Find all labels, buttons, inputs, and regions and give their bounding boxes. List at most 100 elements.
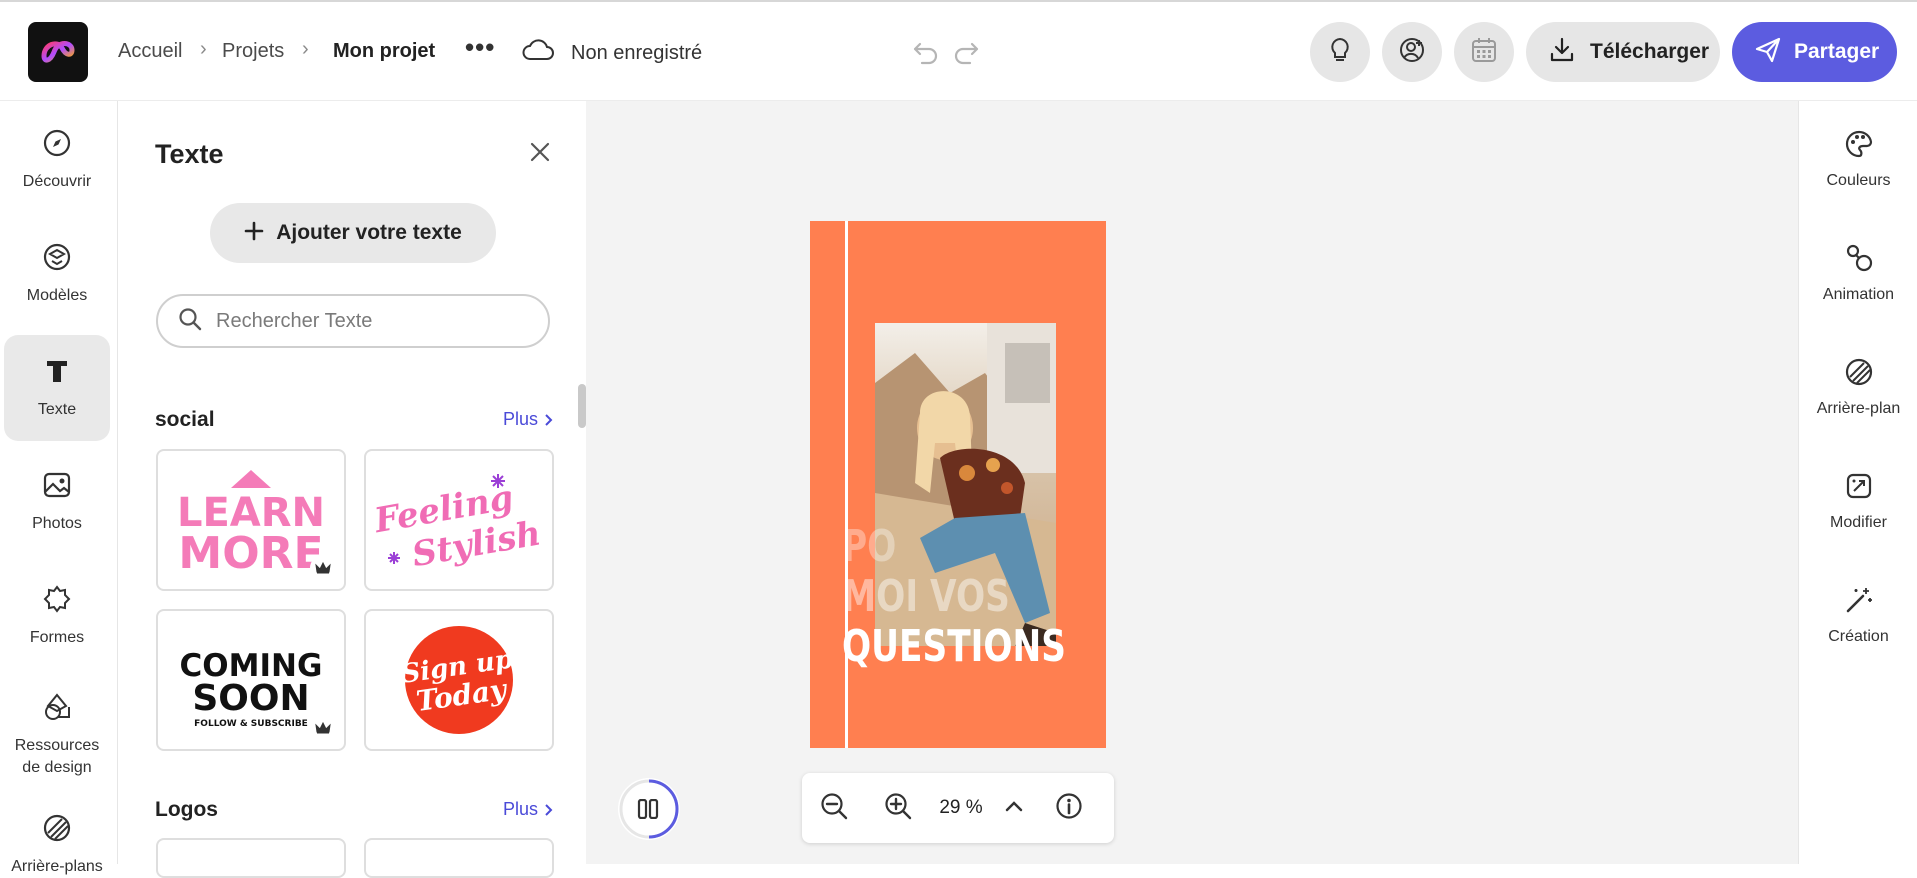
logo-template-card[interactable] [364,838,554,878]
panel-title: Texte [155,139,224,169]
invite-button[interactable] [1382,22,1442,82]
right-rail: Couleurs Animation Arrière-plan Modifier… [1798,101,1917,864]
rail-item-edit[interactable]: Modifier [1799,471,1917,532]
rail-item-background[interactable]: Arrière-plan [1799,357,1917,418]
rail-label-backgrounds: Arrière-plans [11,858,103,875]
share-label: Partager [1794,40,1880,63]
info-button[interactable] [1036,773,1102,843]
undo-icon[interactable] [912,38,940,71]
section-title-logos: Logos [155,798,218,821]
rail-label-create: Création [1828,628,1889,645]
shapes-icon [42,584,72,619]
redo-icon[interactable] [952,38,980,71]
panel-scrollbar[interactable] [578,384,586,428]
text-template-card[interactable]: Sign up Today [364,609,554,751]
zoom-level[interactable]: 29 % [930,797,992,819]
project-name[interactable]: Mon projet [333,40,435,63]
breadcrumb-projects[interactable]: Projets [222,40,284,63]
rail-label-design-assets: Ressources de design [14,736,100,776]
add-text-label: Ajouter votre texte [276,221,462,244]
ideas-button[interactable] [1310,22,1370,82]
rail-label-discover: Découvrir [22,172,92,190]
rail-label-edit: Modifier [1830,514,1887,531]
app-logo-icon[interactable] [28,22,88,82]
breadcrumb-separator-icon: › [200,38,207,60]
background-icon [1844,357,1874,392]
playback-button[interactable] [618,778,680,840]
rail-item-photos[interactable]: Photos [4,449,110,555]
card-text: MORE [178,528,323,579]
schedule-button[interactable] [1454,22,1514,82]
compass-icon [42,128,72,163]
zoom-toolbar: 29 % [802,773,1114,843]
artboard-text-line[interactable]: QUESTIONS [842,621,1066,672]
rail-label-shapes: Formes [29,628,85,646]
learn-more-graphic: LEARN MORE [177,470,325,579]
left-rail: Découvrir Modèles Texte Photos Formes Re… [0,101,118,875]
calendar-icon [1470,36,1498,69]
text-template-card[interactable]: Feeling Stylish [364,449,554,591]
section-more-logos[interactable]: Plus [503,799,554,820]
search-input[interactable] [216,309,516,333]
canvas-area[interactable] [586,101,1798,864]
lightbulb-icon [1327,36,1353,69]
text-template-card[interactable]: LEARN MORE [156,449,346,591]
send-icon [1754,36,1782,69]
rail-item-discover[interactable]: Découvrir [4,107,110,213]
artboard-text-line[interactable]: PO [842,521,896,572]
palette-icon [1844,129,1874,164]
pause-icon [636,798,662,824]
add-text-button[interactable]: Ajouter votre texte [210,203,496,263]
more-options-icon[interactable]: ••• [465,32,495,63]
card-text: SOON [192,678,309,719]
text-template-card[interactable]: COMING SOON FOLLOW & SUBSCRIBE [156,609,346,751]
logo-template-card[interactable] [156,838,346,878]
zoom-out-button[interactable] [802,773,866,843]
download-button[interactable]: Télécharger [1526,22,1720,82]
breadcrumb-separator-icon: › [302,38,309,60]
rail-item-design-assets[interactable]: Ressources de design [4,675,110,795]
info-icon [1055,792,1083,825]
rail-item-templates[interactable]: Modèles [4,221,110,327]
more-link-label: Plus [503,409,539,429]
rail-label-animation: Animation [1822,286,1895,303]
rail-label-background: Arrière-plan [1816,400,1901,417]
plus-icon [244,221,264,246]
magic-wand-icon [1844,585,1874,620]
artboard[interactable]: PO MOI VOS QUESTIONS [810,221,1106,748]
search-icon [178,307,202,336]
rail-item-create[interactable]: Création [1799,585,1917,646]
premium-crown-icon [310,715,336,741]
share-button[interactable]: Partager [1732,22,1897,82]
cloud-icon [521,38,555,67]
download-label: Télécharger [1590,40,1710,63]
rail-label-text: Texte [37,400,77,418]
zoom-out-icon [820,792,848,825]
search-field[interactable] [156,294,550,348]
breadcrumb-home[interactable]: Accueil [118,40,182,63]
rail-label-photos: Photos [32,514,82,532]
chevron-right-icon [545,803,553,816]
photo-icon [42,470,72,505]
rail-item-shapes[interactable]: Formes [4,563,110,669]
add-user-icon [1398,36,1426,69]
zoom-in-button[interactable] [866,773,930,843]
section-more-social[interactable]: Plus [503,409,554,430]
design-assets-icon [42,692,72,727]
text-icon [42,356,72,391]
chevron-up-icon [1005,799,1023,817]
rail-item-animation[interactable]: Animation [1799,243,1917,304]
close-icon[interactable] [529,141,551,168]
zoom-options-button[interactable] [992,773,1036,843]
rail-label-templates: Modèles [26,286,88,304]
rail-item-backgrounds[interactable]: Arrière-plans [4,813,110,875]
rail-item-text[interactable]: Texte [4,335,110,441]
zoom-in-icon [884,792,912,825]
sign-up-today-graphic: Sign up Today [400,626,515,734]
text-panel: Texte Ajouter votre texte social Plus LE… [118,101,586,878]
artboard-text-line[interactable]: MOI VOS [842,571,1010,622]
download-icon [1548,36,1576,69]
section-title-social: social [155,408,215,431]
premium-crown-icon [310,555,336,581]
rail-item-colors[interactable]: Couleurs [1799,129,1917,190]
